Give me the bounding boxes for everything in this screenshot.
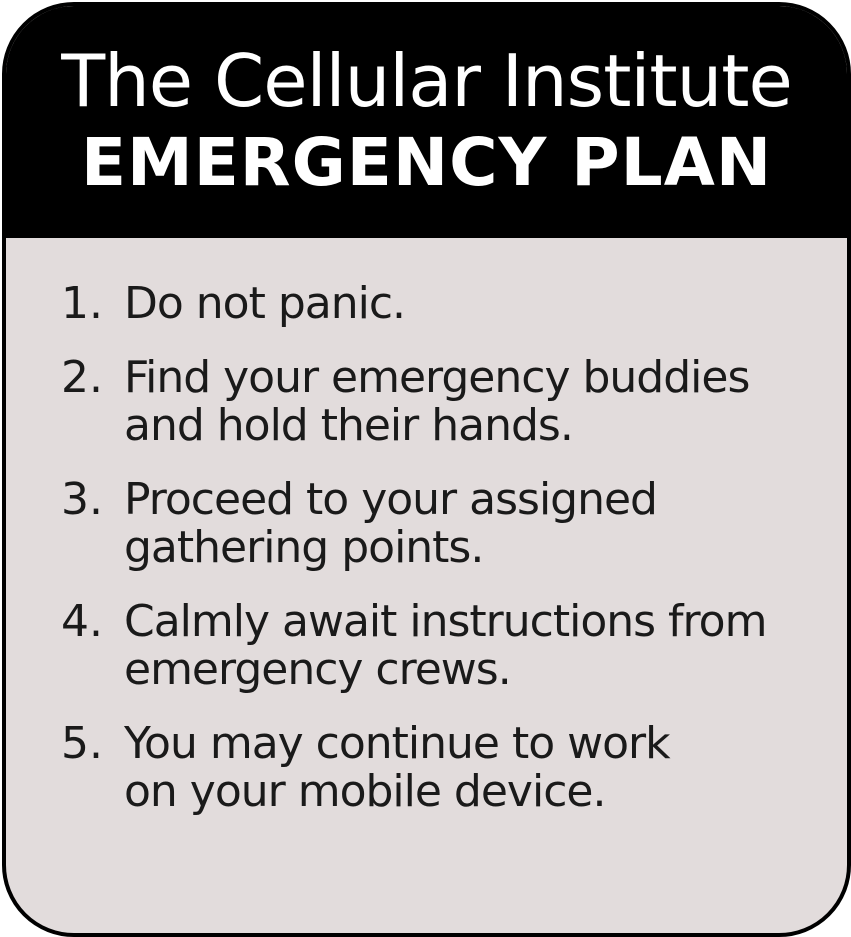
step-number: 4.	[61, 596, 103, 647]
step-number: 2.	[61, 352, 103, 403]
steps-list: 1. Do not panic. 2. Find your emergency …	[6, 238, 847, 816]
step-text: Proceed to your assigned gathering point…	[124, 476, 824, 572]
step-item: 1. Do not panic.	[6, 280, 847, 328]
sign-header: The Cellular Institute EMERGENCY PLAN	[6, 6, 847, 238]
step-line: and hold their hands.	[124, 400, 574, 451]
step-item: 4. Calmly await instructions from emerge…	[6, 598, 847, 694]
step-line: gathering points.	[124, 522, 484, 573]
institute-name: The Cellular Institute	[61, 39, 793, 123]
step-text: Calmly await instructions from emergency…	[124, 598, 824, 694]
step-line: Calmly await instructions from	[124, 596, 767, 647]
step-line: on your mobile device.	[124, 766, 606, 817]
step-text: You may continue to work on your mobile …	[124, 720, 824, 816]
step-number: 5.	[61, 718, 103, 769]
step-item: 5. You may continue to work on your mobi…	[6, 720, 847, 816]
emergency-plan-sign: The Cellular Institute EMERGENCY PLAN 1.…	[2, 2, 851, 937]
step-line: Find your emergency buddies	[124, 352, 750, 403]
step-line: Do not panic.	[124, 278, 406, 329]
step-item: 2. Find your emergency buddies and hold …	[6, 354, 847, 450]
step-item: 3. Proceed to your assigned gathering po…	[6, 476, 847, 572]
step-number: 1.	[61, 278, 103, 329]
step-number: 3.	[61, 474, 103, 525]
step-line: Proceed to your assigned	[124, 474, 658, 525]
step-text: Find your emergency buddies and hold the…	[124, 354, 824, 450]
step-line: emergency crews.	[124, 644, 512, 695]
step-text: Do not panic.	[124, 280, 824, 328]
plan-title: EMERGENCY PLAN	[80, 124, 773, 201]
step-line: You may continue to work	[124, 718, 671, 769]
